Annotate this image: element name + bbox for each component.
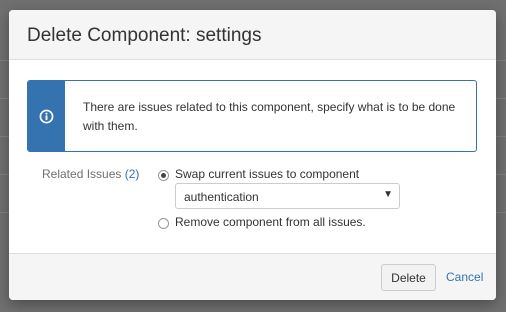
remove-component-radio[interactable] bbox=[158, 218, 169, 229]
remove-component-label[interactable]: Remove component from all issues. bbox=[175, 215, 366, 229]
swap-issues-radio[interactable] bbox=[158, 170, 169, 181]
component-select-value: authentication bbox=[184, 190, 259, 204]
related-issues-label: Related Issues (2) bbox=[42, 167, 139, 181]
component-select[interactable]: authentication ▼ bbox=[175, 183, 400, 209]
info-message-stripe bbox=[28, 81, 65, 151]
info-icon bbox=[39, 109, 54, 124]
dialog-footer: Delete Cancel bbox=[9, 253, 496, 300]
dialog-title: Delete Component: settings bbox=[27, 25, 262, 46]
info-message-text: There are issues related to this compone… bbox=[83, 100, 456, 133]
cancel-link[interactable]: Cancel bbox=[446, 270, 483, 284]
info-message: There are issues related to this compone… bbox=[27, 80, 477, 152]
delete-button[interactable]: Delete bbox=[381, 264, 436, 291]
chevron-down-icon: ▼ bbox=[383, 189, 393, 200]
delete-component-dialog: Delete Component: settings There are iss… bbox=[9, 10, 496, 300]
related-issues-label-text: Related Issues bbox=[42, 167, 122, 181]
swap-issues-label[interactable]: Swap current issues to component bbox=[175, 167, 359, 181]
related-issues-count-link[interactable]: (2) bbox=[125, 167, 140, 181]
dialog-header: Delete Component: settings bbox=[9, 10, 496, 60]
